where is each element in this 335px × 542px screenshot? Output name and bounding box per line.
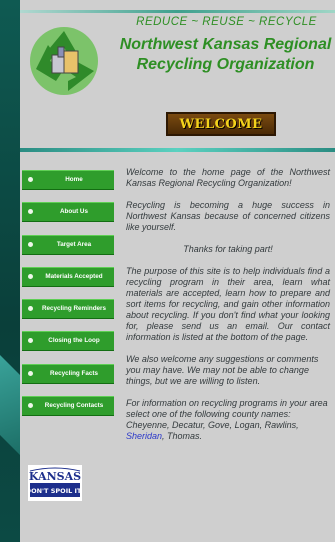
bullet-icon bbox=[28, 241, 33, 247]
nav-item-label: Recycling Facts bbox=[50, 369, 98, 377]
bullet-icon bbox=[28, 273, 33, 279]
bullet-icon bbox=[28, 209, 33, 215]
kansas-dont-spoil-it-logo: KANSAS DON'T SPOIL IT! bbox=[28, 465, 82, 501]
intro-paragraph: Welcome to the home page of the Northwes… bbox=[126, 167, 330, 188]
nav-item-label: Target Area bbox=[56, 240, 92, 248]
bullet-icon bbox=[28, 403, 33, 409]
org-name: Northwest Kansas Regional Recycling Orga… bbox=[116, 35, 335, 75]
nav-item-label: Recycling Reminders bbox=[41, 305, 107, 313]
org-name-line2: Recycling Organization bbox=[136, 56, 315, 73]
county-text-end: , Thomas. bbox=[162, 431, 203, 441]
nav-item-about-us[interactable]: About Us bbox=[22, 202, 114, 223]
nav-item-recycling-reminders[interactable]: Recycling Reminders bbox=[22, 299, 114, 320]
page: REDUCE ~ REUSE ~ RECYCLE Northwest Kansa… bbox=[20, 0, 335, 542]
left-decor-strip bbox=[0, 0, 20, 542]
nav-item-closing-the-loop[interactable]: Closing the Loop bbox=[22, 331, 114, 352]
nav-item-materials-accepted[interactable]: Materials Accepted bbox=[22, 266, 114, 287]
org-name-line1: Northwest Kansas Regional bbox=[119, 36, 332, 53]
nav-item-home[interactable]: Home bbox=[22, 170, 114, 190]
bullet-icon bbox=[28, 370, 33, 376]
bullet-icon bbox=[28, 338, 33, 344]
header: REDUCE ~ REUSE ~ RECYCLE Northwest Kansa… bbox=[20, 0, 335, 140]
thanks-paragraph: Thanks for taking part! bbox=[183, 244, 273, 254]
header-topline bbox=[20, 10, 335, 13]
suggestions-paragraph: We also welcome any suggestions or comme… bbox=[126, 354, 319, 386]
nav-item-target-area[interactable]: Target Area bbox=[22, 234, 114, 255]
svg-text:KANSAS: KANSAS bbox=[29, 470, 81, 483]
sidebar-nav: Home About Us Target Area Materials Acce… bbox=[22, 170, 114, 428]
nav-item-label: Materials Accepted bbox=[45, 272, 103, 280]
purpose-paragraph: The purpose of this site is to help indi… bbox=[126, 266, 330, 342]
main-content: Welcome to the home page of the Northwes… bbox=[126, 167, 330, 453]
nav-item-label: Closing the Loop bbox=[48, 337, 100, 345]
tagline: REDUCE ~ REUSE ~ RECYCLE bbox=[136, 16, 317, 28]
svg-text:DON'T SPOIL IT!: DON'T SPOIL IT! bbox=[28, 487, 82, 495]
bullet-icon bbox=[28, 177, 33, 182]
welcome-badge: WELCOME bbox=[166, 112, 276, 136]
sheridan-link[interactable]: Sheridan bbox=[126, 431, 162, 441]
nav-item-recycling-contacts[interactable]: Recycling Contacts bbox=[22, 396, 114, 417]
decor-shape bbox=[0, 355, 20, 455]
nav-item-recycling-facts[interactable]: Recycling Facts bbox=[22, 363, 114, 384]
success-paragraph: Recycling is becoming a huge success in … bbox=[126, 200, 330, 232]
county-text: For information on recycling programs in… bbox=[126, 398, 328, 430]
county-paragraph: For information on recycling programs in… bbox=[126, 398, 330, 442]
nav-item-label: Home bbox=[65, 176, 83, 183]
welcome-text: WELCOME bbox=[179, 116, 263, 132]
recycle-logo-icon bbox=[30, 27, 98, 95]
nav-item-label: Recycling Contacts bbox=[44, 402, 104, 410]
bullet-icon bbox=[28, 306, 33, 312]
nav-item-label: About Us bbox=[60, 208, 88, 216]
header-divider bbox=[20, 148, 335, 152]
